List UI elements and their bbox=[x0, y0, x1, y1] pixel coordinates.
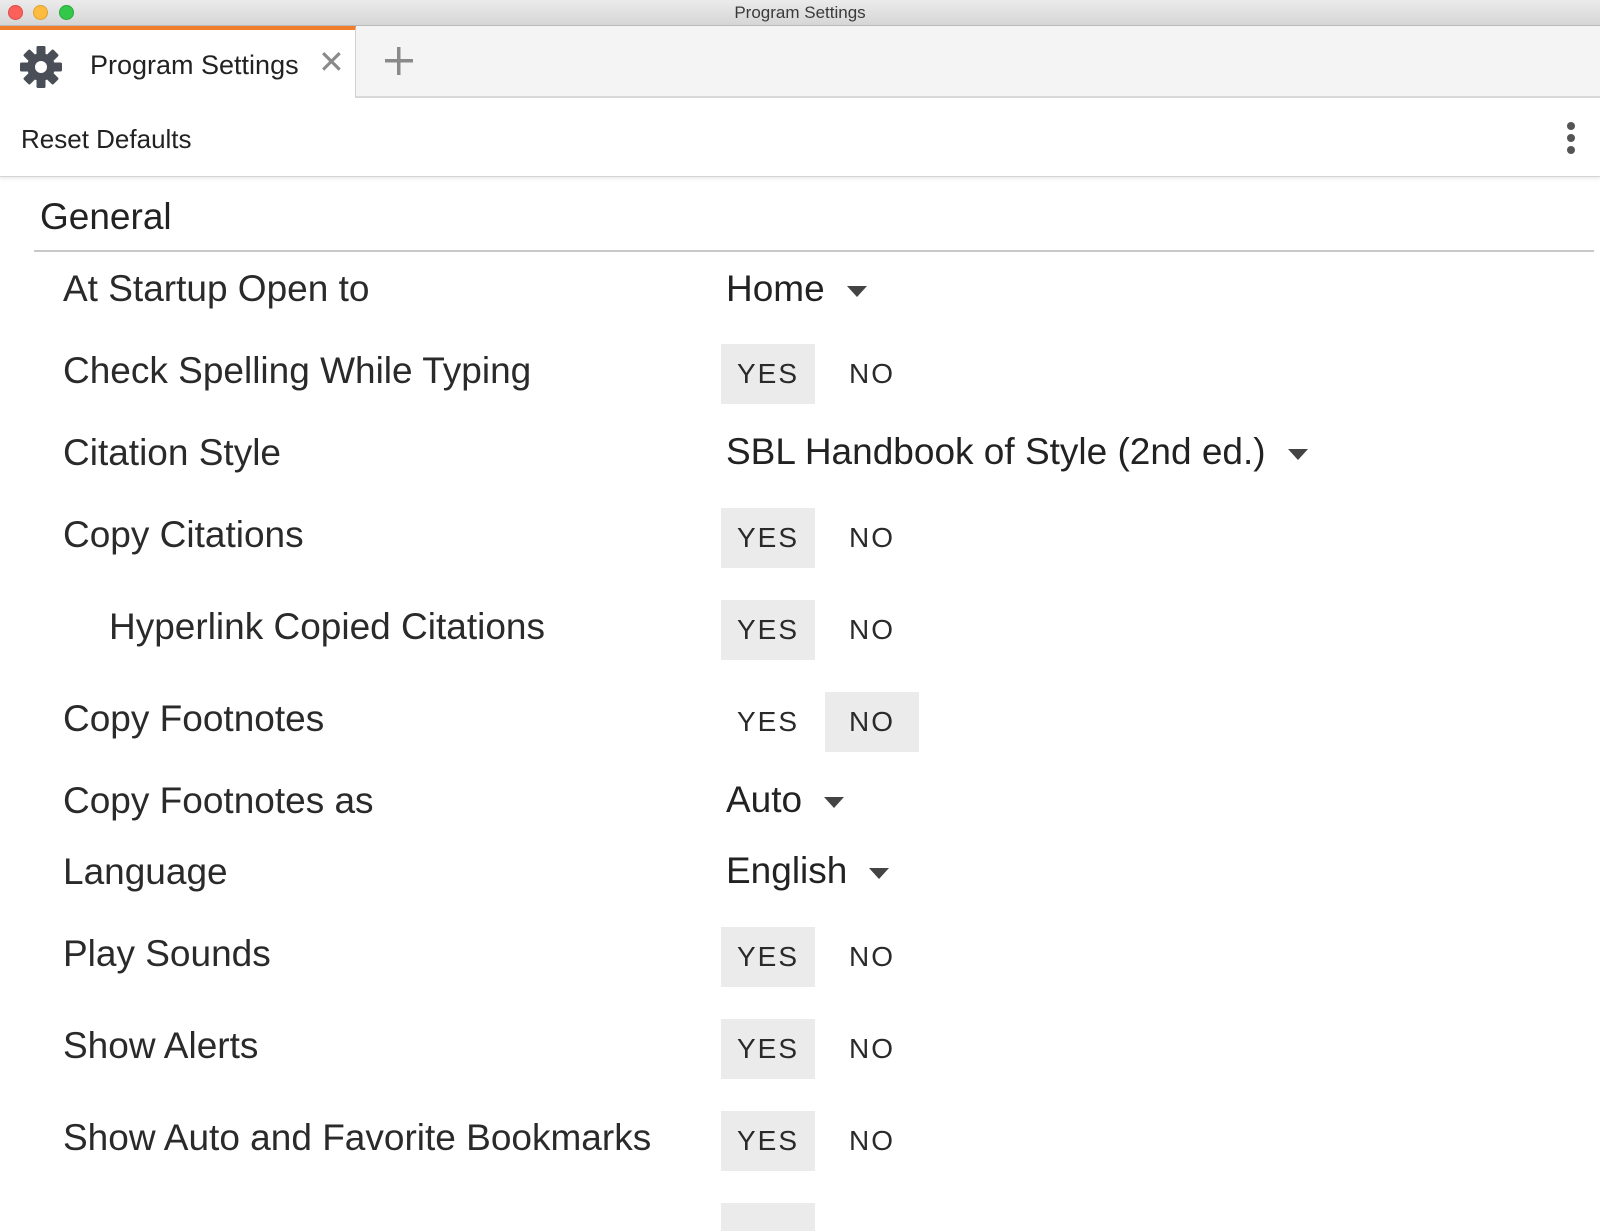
yes-option[interactable]: YES bbox=[721, 1019, 815, 1079]
caret-down-icon bbox=[846, 285, 867, 297]
section-divider bbox=[34, 250, 1594, 252]
dropdown-value: Home bbox=[726, 268, 825, 309]
plus-icon[interactable] bbox=[376, 38, 422, 84]
play-sounds-toggle: YES NO bbox=[721, 927, 919, 987]
dropdown-value: SBL Handbook of Style (2nd ed.) bbox=[726, 431, 1266, 472]
no-option[interactable]: NO bbox=[825, 600, 919, 660]
no-option[interactable]: NO bbox=[825, 927, 919, 987]
setting-label: Language bbox=[63, 851, 228, 892]
setting-label: Hyperlink Copied Citations bbox=[109, 606, 545, 647]
yes-option[interactable]: YES bbox=[721, 927, 815, 987]
settings-toolbar: Reset Defaults bbox=[0, 98, 1600, 177]
footnotes-format-dropdown[interactable]: Auto bbox=[726, 779, 845, 821]
no-option[interactable]: NO bbox=[825, 1019, 919, 1079]
no-option[interactable]: NO bbox=[825, 344, 919, 404]
dropdown-value: Auto bbox=[726, 779, 803, 820]
window-titlebar: Program Settings bbox=[0, 0, 1600, 26]
setting-label: Copy Footnotes as bbox=[63, 780, 374, 821]
setting-label: Show Alerts bbox=[63, 1025, 259, 1066]
copy-footnotes-toggle: YES NO bbox=[721, 692, 919, 752]
setting-label: Copy Footnotes bbox=[63, 698, 325, 739]
yes-option[interactable]: YES bbox=[721, 344, 815, 404]
hyperlink-citations-toggle: YES NO bbox=[721, 600, 919, 660]
yes-option[interactable]: YES bbox=[721, 1111, 815, 1171]
show-alerts-toggle: YES NO bbox=[721, 1019, 919, 1079]
dropdown-value: English bbox=[726, 850, 848, 891]
no-option[interactable]: NO bbox=[825, 508, 919, 568]
caret-down-icon bbox=[869, 867, 890, 879]
language-dropdown[interactable]: English bbox=[726, 850, 890, 892]
no-option[interactable]: NO bbox=[825, 692, 919, 752]
setting-label: Show Auto and Favorite Bookmarks bbox=[63, 1117, 652, 1158]
yes-option[interactable]: YES bbox=[721, 692, 815, 752]
startup-dropdown[interactable]: Home bbox=[726, 268, 867, 310]
more-vertical-icon[interactable] bbox=[1566, 122, 1576, 156]
caret-down-icon bbox=[824, 796, 845, 808]
setting-label: Check Spelling While Typing bbox=[63, 350, 532, 391]
bookmarks-toggle: YES NO bbox=[721, 1111, 919, 1171]
setting-label: Copy Citations bbox=[63, 514, 304, 555]
reset-defaults-button[interactable]: Reset Defaults bbox=[21, 124, 192, 155]
tab-strip: Program Settings ✕ bbox=[0, 26, 1600, 100]
tab-close-icon[interactable]: ✕ bbox=[318, 46, 345, 78]
caret-down-icon bbox=[1287, 448, 1308, 460]
yes-option[interactable]: YES bbox=[721, 508, 815, 568]
section-title: General bbox=[40, 196, 172, 237]
tab-label: Program Settings bbox=[90, 50, 299, 80]
spelling-toggle: YES NO bbox=[721, 344, 919, 404]
no-option[interactable]: NO bbox=[825, 1111, 919, 1171]
window-title: Program Settings bbox=[734, 3, 866, 22]
tab-program-settings[interactable]: Program Settings ✕ bbox=[0, 26, 356, 100]
gear-icon bbox=[20, 46, 62, 88]
setting-label: Citation Style bbox=[63, 432, 281, 473]
copy-citations-toggle: YES NO bbox=[721, 508, 919, 568]
setting-label: Play Sounds bbox=[63, 933, 271, 974]
setting-label: At Startup Open to bbox=[63, 268, 370, 309]
next-row-toggle-partial[interactable] bbox=[721, 1203, 815, 1231]
citation-style-dropdown[interactable]: SBL Handbook of Style (2nd ed.) bbox=[726, 431, 1308, 473]
yes-option[interactable]: YES bbox=[721, 600, 815, 660]
